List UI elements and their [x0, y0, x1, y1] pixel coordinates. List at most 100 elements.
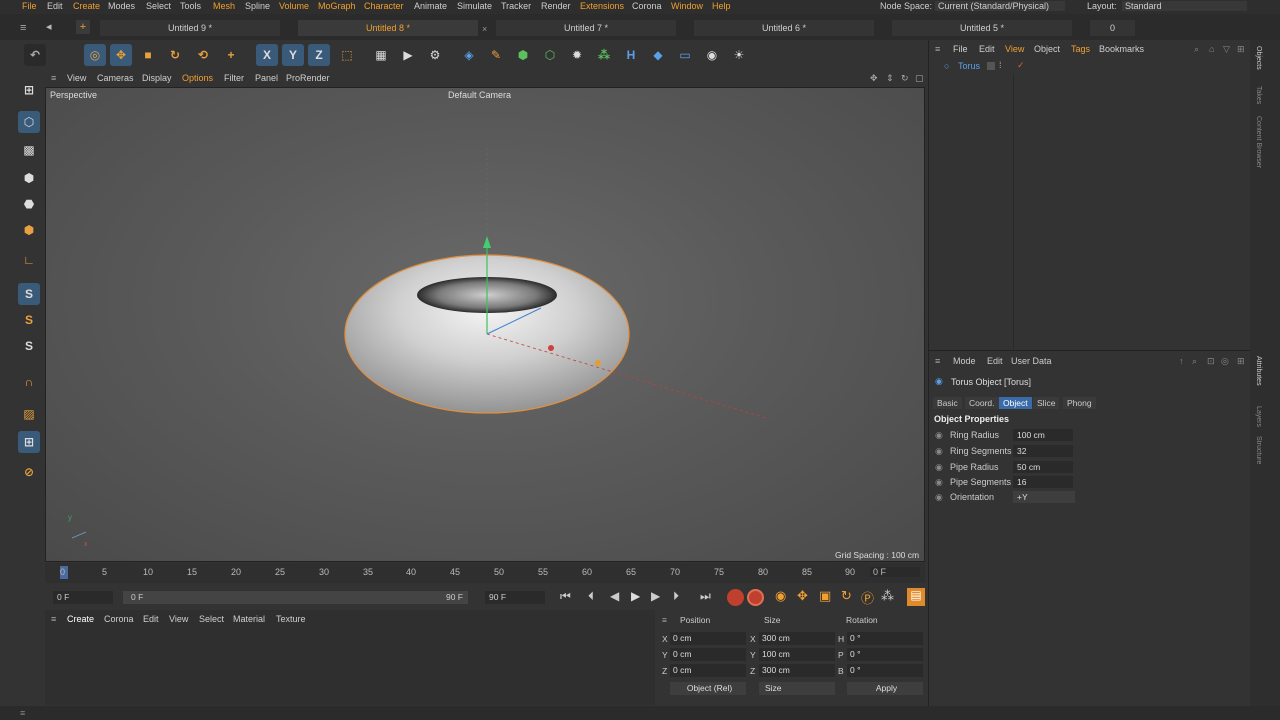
objects-home-icon[interactable]: ⌂	[1209, 44, 1214, 54]
tab-untitled-6[interactable]: Untitled 6 *	[694, 20, 874, 36]
rot-h-field[interactable]: 0 °	[847, 632, 923, 645]
menu-render[interactable]: Render	[541, 1, 571, 11]
spline-tool-icon[interactable]: H	[620, 44, 642, 66]
field-icon[interactable]: ✹	[566, 44, 588, 66]
pipe-segments-anim-icon[interactable]: ◉	[935, 477, 943, 488]
objects-menu-file[interactable]: File	[953, 44, 968, 54]
menu-create[interactable]: Create	[73, 1, 100, 11]
menu-edit[interactable]: Edit	[47, 1, 63, 11]
menu-modes[interactable]: Modes	[108, 1, 135, 11]
menu-select[interactable]: Select	[146, 1, 171, 11]
snap-icon[interactable]: S	[18, 283, 40, 305]
vertical-tab-objects[interactable]: Objects	[1255, 46, 1262, 70]
material-menu-select[interactable]: Select	[199, 614, 224, 624]
mograph-icon[interactable]: ⁂	[593, 44, 615, 66]
menu-extensions[interactable]: Extensions	[580, 1, 624, 11]
objects-menu-edit[interactable]: Edit	[979, 44, 995, 54]
previous-key-icon[interactable]: ⏴	[588, 589, 594, 604]
object-row-torus[interactable]: ○ Torus ⁞ ✓	[929, 60, 1251, 74]
material-menu-view[interactable]: View	[169, 614, 188, 624]
start-frame-field[interactable]: 0 F	[53, 591, 113, 604]
pipe-segments-field[interactable]: 16	[1013, 476, 1073, 488]
live-selection-icon[interactable]: ◎	[84, 44, 106, 66]
menu-corona[interactable]: Corona	[632, 1, 662, 11]
attributes-lock-icon[interactable]: ⊡	[1207, 356, 1215, 367]
menu-tracker[interactable]: Tracker	[501, 1, 531, 11]
torus-label[interactable]: Torus	[958, 61, 980, 71]
render-view-icon[interactable]: ▶	[397, 44, 419, 66]
objects-menu-object[interactable]: Object	[1034, 44, 1060, 54]
rotate-tool-icon[interactable]: ↻	[164, 44, 186, 66]
undo-icon[interactable]: ↶	[24, 44, 46, 66]
menu-character[interactable]: Character	[364, 1, 404, 11]
objects-menu-tags[interactable]: Tags	[1071, 44, 1090, 54]
ring-segments-anim-icon[interactable]: ◉	[935, 446, 943, 457]
go-to-end-icon[interactable]: ⏭	[700, 589, 711, 604]
scale-tool-icon[interactable]: ■	[137, 44, 159, 66]
polygons-mode-icon[interactable]: ⬢	[18, 219, 40, 241]
pivot-handle-icon[interactable]	[595, 360, 601, 366]
vertical-tab-takes[interactable]: Takes	[1255, 86, 1262, 104]
ring-radius-anim-icon[interactable]: ◉	[935, 430, 943, 441]
make-editable-icon[interactable]: ⊞	[18, 79, 40, 101]
vertical-tab-content-browser[interactable]: Content Browser	[1255, 116, 1262, 168]
pen-icon[interactable]: ✎	[485, 44, 507, 66]
menu-simulate[interactable]: Simulate	[457, 1, 492, 11]
objects-new-panel-icon[interactable]: ⊞	[1237, 44, 1245, 55]
z-axis-lock-icon[interactable]: Z	[308, 44, 330, 66]
x-axis-lock-icon[interactable]: X	[256, 44, 278, 66]
tab-back-icon[interactable]: ◂	[46, 20, 52, 33]
attributes-hamburger-icon[interactable]: ≡	[935, 356, 940, 366]
coordinate-system-icon[interactable]: ⬚	[336, 44, 358, 66]
new-tab-icon[interactable]: +	[76, 20, 90, 34]
attributes-up-icon[interactable]: ↑	[1179, 356, 1184, 366]
render-settings-icon[interactable]: ⚙	[424, 44, 446, 66]
rot-b-field[interactable]: 0 °	[847, 664, 923, 677]
vertical-tab-layers[interactable]: Layers	[1255, 406, 1262, 427]
key-scale-icon[interactable]: ▣	[819, 588, 831, 604]
visibility-icon[interactable]: ⁞	[999, 60, 1002, 70]
current-frame-field[interactable]: 0 F	[870, 567, 920, 577]
go-to-start-icon[interactable]: ⏮	[560, 589, 571, 604]
ring-radius-field[interactable]: 100 cm	[1013, 429, 1073, 441]
status-hamburger-icon[interactable]: ≡	[20, 708, 25, 718]
snap-mode-icon[interactable]: S	[18, 335, 40, 357]
tab-untitled-5[interactable]: Untitled 5 *	[892, 20, 1072, 36]
pipe-radius-anim-icon[interactable]: ◉	[935, 462, 943, 473]
axis-mode-icon[interactable]: ∟	[18, 249, 40, 271]
coord-mode-select[interactable]: Object (Rel)	[670, 682, 746, 695]
viewport-menu-view[interactable]: View	[67, 73, 86, 83]
floor-icon[interactable]: ▭	[674, 44, 696, 66]
next-key-icon[interactable]: ⏵	[673, 589, 679, 604]
previous-frame-icon[interactable]: ◀	[610, 589, 619, 603]
pipe-radius-field[interactable]: 50 cm	[1013, 461, 1073, 473]
material-hamburger-icon[interactable]: ≡	[51, 614, 56, 624]
size-y-field[interactable]: 100 cm	[759, 648, 835, 661]
key-position-icon[interactable]: ✥	[797, 588, 808, 604]
tab-untitled-9[interactable]: Untitled 9 *	[100, 20, 280, 36]
rotate-view-icon[interactable]: ↻	[901, 73, 909, 84]
attributes-new-panel-icon[interactable]: ⊞	[1237, 356, 1245, 367]
auto-keying-icon[interactable]	[747, 589, 764, 606]
rot-p-field[interactable]: 0 °	[847, 648, 923, 661]
y-axis-handle-icon[interactable]	[483, 236, 491, 248]
viewport-camera-label[interactable]: Default Camera	[448, 90, 511, 100]
tab-object[interactable]: Object	[999, 397, 1032, 409]
timeline-window-icon[interactable]: ▤	[907, 588, 925, 606]
pos-z-field[interactable]: 0 cm	[670, 664, 746, 677]
attributes-settings-icon[interactable]: ◎	[1221, 356, 1229, 367]
cube-icon[interactable]: ◈	[458, 44, 480, 66]
apply-button[interactable]: Apply	[847, 682, 923, 695]
size-mode-select[interactable]: Size	[759, 682, 835, 695]
viewport-menu-cameras[interactable]: Cameras	[97, 73, 134, 83]
viewport-hamburger-icon[interactable]: ≡	[51, 73, 56, 83]
next-frame-icon[interactable]: ▶	[651, 589, 660, 603]
texture-mode-icon[interactable]: ▩	[18, 139, 40, 161]
move-tool-icon[interactable]: ✥	[110, 44, 132, 66]
vertical-tab-attributes[interactable]: Attributes	[1255, 356, 1262, 386]
objects-search-icon[interactable]: ⌕	[1194, 44, 1199, 55]
vertical-tab-structure[interactable]: Structure	[1255, 436, 1262, 464]
tab-untitled-8[interactable]: Untitled 8 *	[298, 20, 478, 36]
ring-segments-field[interactable]: 32	[1013, 445, 1073, 457]
objects-menu-view[interactable]: View	[1005, 44, 1024, 54]
